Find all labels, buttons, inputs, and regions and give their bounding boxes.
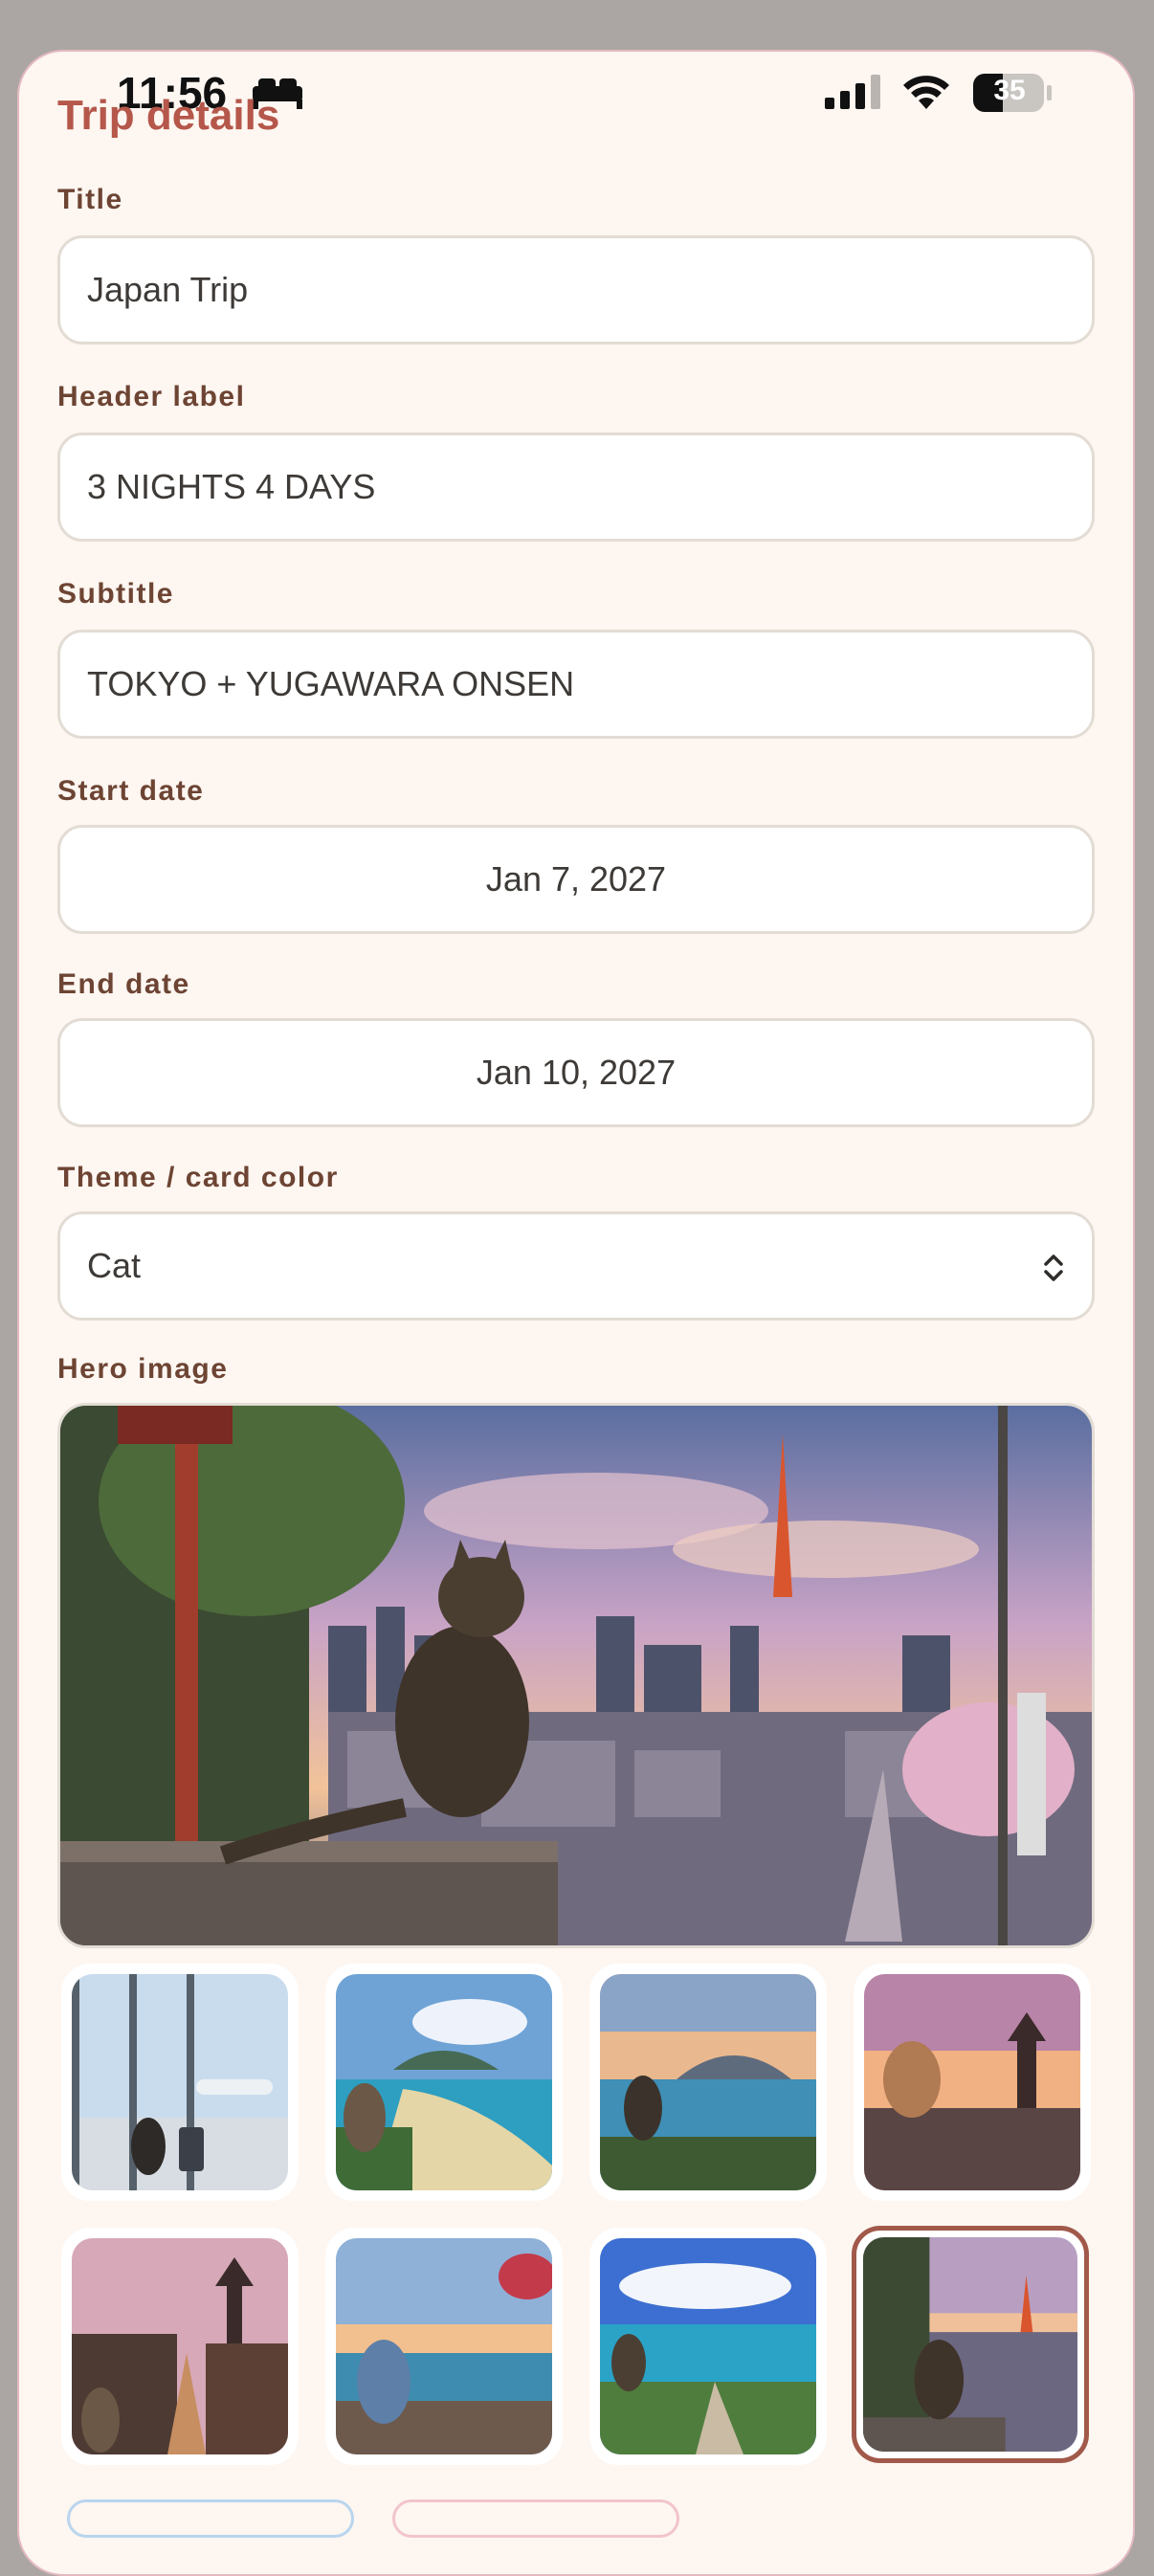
- theme-chip-blue[interactable]: [67, 2499, 354, 2538]
- hero-illustration: [60, 1406, 1092, 1945]
- okinawa-cat-thumbnail: [600, 2238, 816, 2454]
- subtitle-value: TOKYO + YUGAWARA ONSEN: [87, 664, 575, 703]
- hero-thumbnail-beach[interactable]: [325, 1964, 563, 2201]
- theme-label: Theme / card color: [57, 1162, 339, 1193]
- cellular-signal-icon: [825, 75, 880, 109]
- hero-thumbnail-airport[interactable]: [61, 1964, 299, 2201]
- start-date-value: Jan 7, 2027: [485, 859, 667, 899]
- pagoda-sunset-cat-thumbnail: [864, 1974, 1080, 2190]
- hero-thumbnail-okinawa[interactable]: [589, 2228, 827, 2465]
- subtitle-input[interactable]: TOKYO + YUGAWARA ONSEN: [57, 630, 1095, 739]
- hero-thumbnail-kyoto-street[interactable]: [61, 2228, 299, 2465]
- tokyo-tower-cat-thumbnail: [863, 2237, 1077, 2452]
- theme-value: Cat: [87, 1246, 142, 1285]
- select-chevrons-icon: [1044, 1255, 1063, 1281]
- subtitle-label: Subtitle: [57, 578, 174, 610]
- start-date-label: Start date: [57, 775, 205, 807]
- hero-image-label: Hero image: [57, 1353, 229, 1385]
- theme-select[interactable]: Cat: [57, 1211, 1095, 1321]
- battery-percent: 35: [993, 75, 1026, 106]
- hero-thumbnail-tokyo-tower[interactable]: [852, 2226, 1089, 2463]
- hero-thumbnail-pagoda-sunset[interactable]: [854, 1964, 1091, 2201]
- wifi-icon: [903, 76, 949, 109]
- end-date-value: Jan 10, 2027: [476, 1053, 677, 1092]
- title-label: Title: [57, 184, 123, 215]
- coast-cat-thumbnail: [600, 1974, 816, 2190]
- theme-chip-pink[interactable]: [392, 2499, 679, 2538]
- end-date-picker[interactable]: Jan 10, 2027: [57, 1018, 1095, 1127]
- end-date-label: End date: [57, 968, 190, 1000]
- kyoto-street-cat-thumbnail: [72, 2238, 288, 2454]
- header-label-input[interactable]: 3 NIGHTS 4 DAYS: [57, 433, 1095, 542]
- hero-thumbnail-kimono-cat[interactable]: [325, 2228, 563, 2465]
- airport-cat-thumbnail: [72, 1974, 288, 2190]
- start-date-picker[interactable]: Jan 7, 2027: [57, 825, 1095, 934]
- title-value: Japan Trip: [87, 270, 249, 309]
- beach-cat-thumbnail: [336, 1974, 552, 2190]
- header-label-value: 3 NIGHTS 4 DAYS: [87, 467, 376, 506]
- header-label-label: Header label: [57, 381, 246, 412]
- page-title: Trip details: [57, 92, 280, 139]
- kimono-cat-sea-thumbnail: [336, 2238, 552, 2454]
- title-input[interactable]: Japan Trip: [57, 235, 1095, 344]
- hero-thumbnail-coast[interactable]: [589, 1964, 827, 2201]
- hero-image-preview: [57, 1403, 1095, 1948]
